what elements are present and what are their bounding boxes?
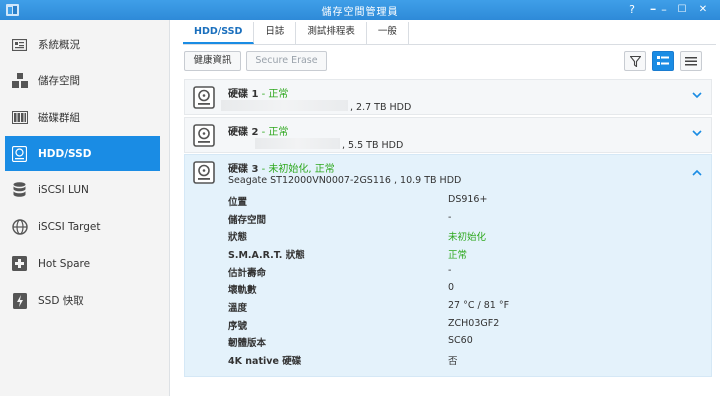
ssd-cache-icon [11,292,28,309]
disk-status: 正常 [268,127,289,138]
detail-label-serial: 序號 [228,321,248,332]
iscsi-target-icon [11,218,28,235]
redacted-model [221,100,348,111]
secure-erase-button[interactable]: Secure Erase [246,51,327,71]
sidebar-item-label: 磁碟群組 [38,112,80,124]
window-title: 儲存空間管理員 [321,7,399,18]
sidebar-item-storage-pool[interactable]: 儲存空間 [5,63,160,98]
hot-spare-icon [11,255,28,272]
detail-list-icon [657,56,669,65]
detail-value-bad-sectors: 0 [448,282,455,293]
disk-summary: Seagate ST12000VN0007-2GS116 , 10.9 TB H… [228,175,462,186]
sidebar-item-overview[interactable]: 系統概況 [5,27,160,62]
chevron-down-icon[interactable] [691,89,703,101]
sidebar-item-label: HDD/SSD [38,147,92,160]
detail-value-smart-status: 正常 [448,250,468,261]
close-button[interactable]: ✕ [695,2,711,18]
storage-icon [11,72,28,89]
overview-icon [11,36,28,53]
disk-row[interactable]: 硬碟 1 - 正常 , 2.7 TB HDD [184,79,712,115]
maximize-button[interactable]: ☐ [674,2,690,18]
detail-label-bad-sectors: 壞軌數 [228,285,257,296]
detail-value-firmware: SC60 [448,335,473,346]
filter-icon [629,55,641,67]
health-info-button[interactable]: 健康資訊 [184,51,241,71]
detail-value-location: DS916+ [448,194,488,205]
hard-disk-icon [193,161,215,184]
sidebar-item-hdd-ssd[interactable]: HDD/SSD [5,136,160,171]
detail-label-4k-native: 4K native 硬碟 [228,356,302,367]
redacted-model [255,138,340,149]
detail-label-smart-status: S.M.A.R.T. 狀態 [228,250,305,261]
iscsi-lun-icon [11,181,28,198]
tab-test-schedule[interactable]: 測試排程表 [296,22,367,44]
sidebar-item-disk-group[interactable]: 磁碟群組 [5,100,160,135]
detail-label-estimated-life: 估計壽命 [228,268,267,279]
tab-divider [183,44,716,45]
chevron-down-icon[interactable] [691,127,703,139]
disk-status: 正常 [268,89,289,100]
detail-value-serial: ZCH03GF2 [448,318,500,329]
sidebar-item-label: iSCSI LUN [38,183,89,196]
sidebar-item-ssd-cache[interactable]: SSD 快取 [5,283,160,318]
sidebar-item-label: Hot Spare [38,257,91,270]
detail-label-status: 狀態 [228,232,248,243]
title-bar: 儲存空間管理員 ? ━ – ☐ ✕ [0,0,720,20]
detail-label-firmware: 韌體版本 [228,338,267,349]
tab-hdd-ssd[interactable]: HDD/SSD [183,22,255,44]
disk-summary: , 5.5 TB HDD [255,138,403,151]
disk-row-expanded[interactable]: 硬碟 3 - 未初始化, 正常 Seagate ST12000VN0007-2G… [184,154,712,377]
disk-name: 硬碟 1 - 正常 [228,89,289,100]
sidebar: 系統概況 儲存空間 磁碟群組 HDD/SSD iSCSI LUN iSCSI T… [0,20,170,396]
disk-group-icon [11,109,28,126]
detail-label-temperature: 溫度 [228,303,248,314]
sidebar-item-hot-spare[interactable]: Hot Spare [5,246,160,281]
disk-name: 硬碟 2 - 正常 [228,127,289,138]
detail-value-temperature: 27 °C / 81 °F [448,300,510,311]
detail-value-storage-pool: - [448,212,452,223]
disk-model: Seagate ST12000VN0007-2GS116 [228,175,391,186]
sidebar-item-iscsi-lun[interactable]: iSCSI LUN [5,172,160,207]
sidebar-item-label: 儲存空間 [38,75,80,87]
main-panel: HDD/SSD 日誌 測試排程表 一般 健康資訊 Secure Erase 硬碟… [171,20,720,396]
list-view-button[interactable] [680,51,702,71]
sidebar-item-iscsi-target[interactable]: iSCSI Target [5,209,160,244]
tab-bar: HDD/SSD 日誌 測試排程表 一般 [183,22,409,44]
tab-log[interactable]: 日誌 [254,22,297,44]
disk-summary: , 2.7 TB HDD [221,100,411,113]
sidebar-item-label: 系統概況 [38,39,80,51]
list-icon [685,56,697,65]
disk-name: 硬碟 3 - 未初始化, 正常 [228,164,335,175]
disk-status: 未初始化, 正常 [268,164,335,175]
chevron-up-icon[interactable] [691,167,703,179]
help-button[interactable]: ? [624,2,640,18]
detail-value-estimated-life: - [448,265,452,276]
tab-general[interactable]: 一般 [367,22,409,44]
detail-value-status: 未初始化 [448,232,487,243]
hard-disk-icon [193,124,215,147]
detail-view-button[interactable] [652,51,674,71]
hdd-icon [11,145,28,162]
sidebar-item-label: iSCSI Target [38,220,101,233]
filter-button[interactable] [624,51,646,71]
detail-value-4k-native: 否 [448,356,458,367]
disk-row[interactable]: 硬碟 2 - 正常 , 5.5 TB HDD [184,117,712,153]
minimize-button[interactable]: – [656,2,672,18]
hard-disk-icon [193,86,215,109]
detail-label-storage-pool: 儲存空間 [228,215,267,226]
sidebar-item-label: SSD 快取 [38,295,84,307]
detail-label-location: 位置 [228,197,248,208]
